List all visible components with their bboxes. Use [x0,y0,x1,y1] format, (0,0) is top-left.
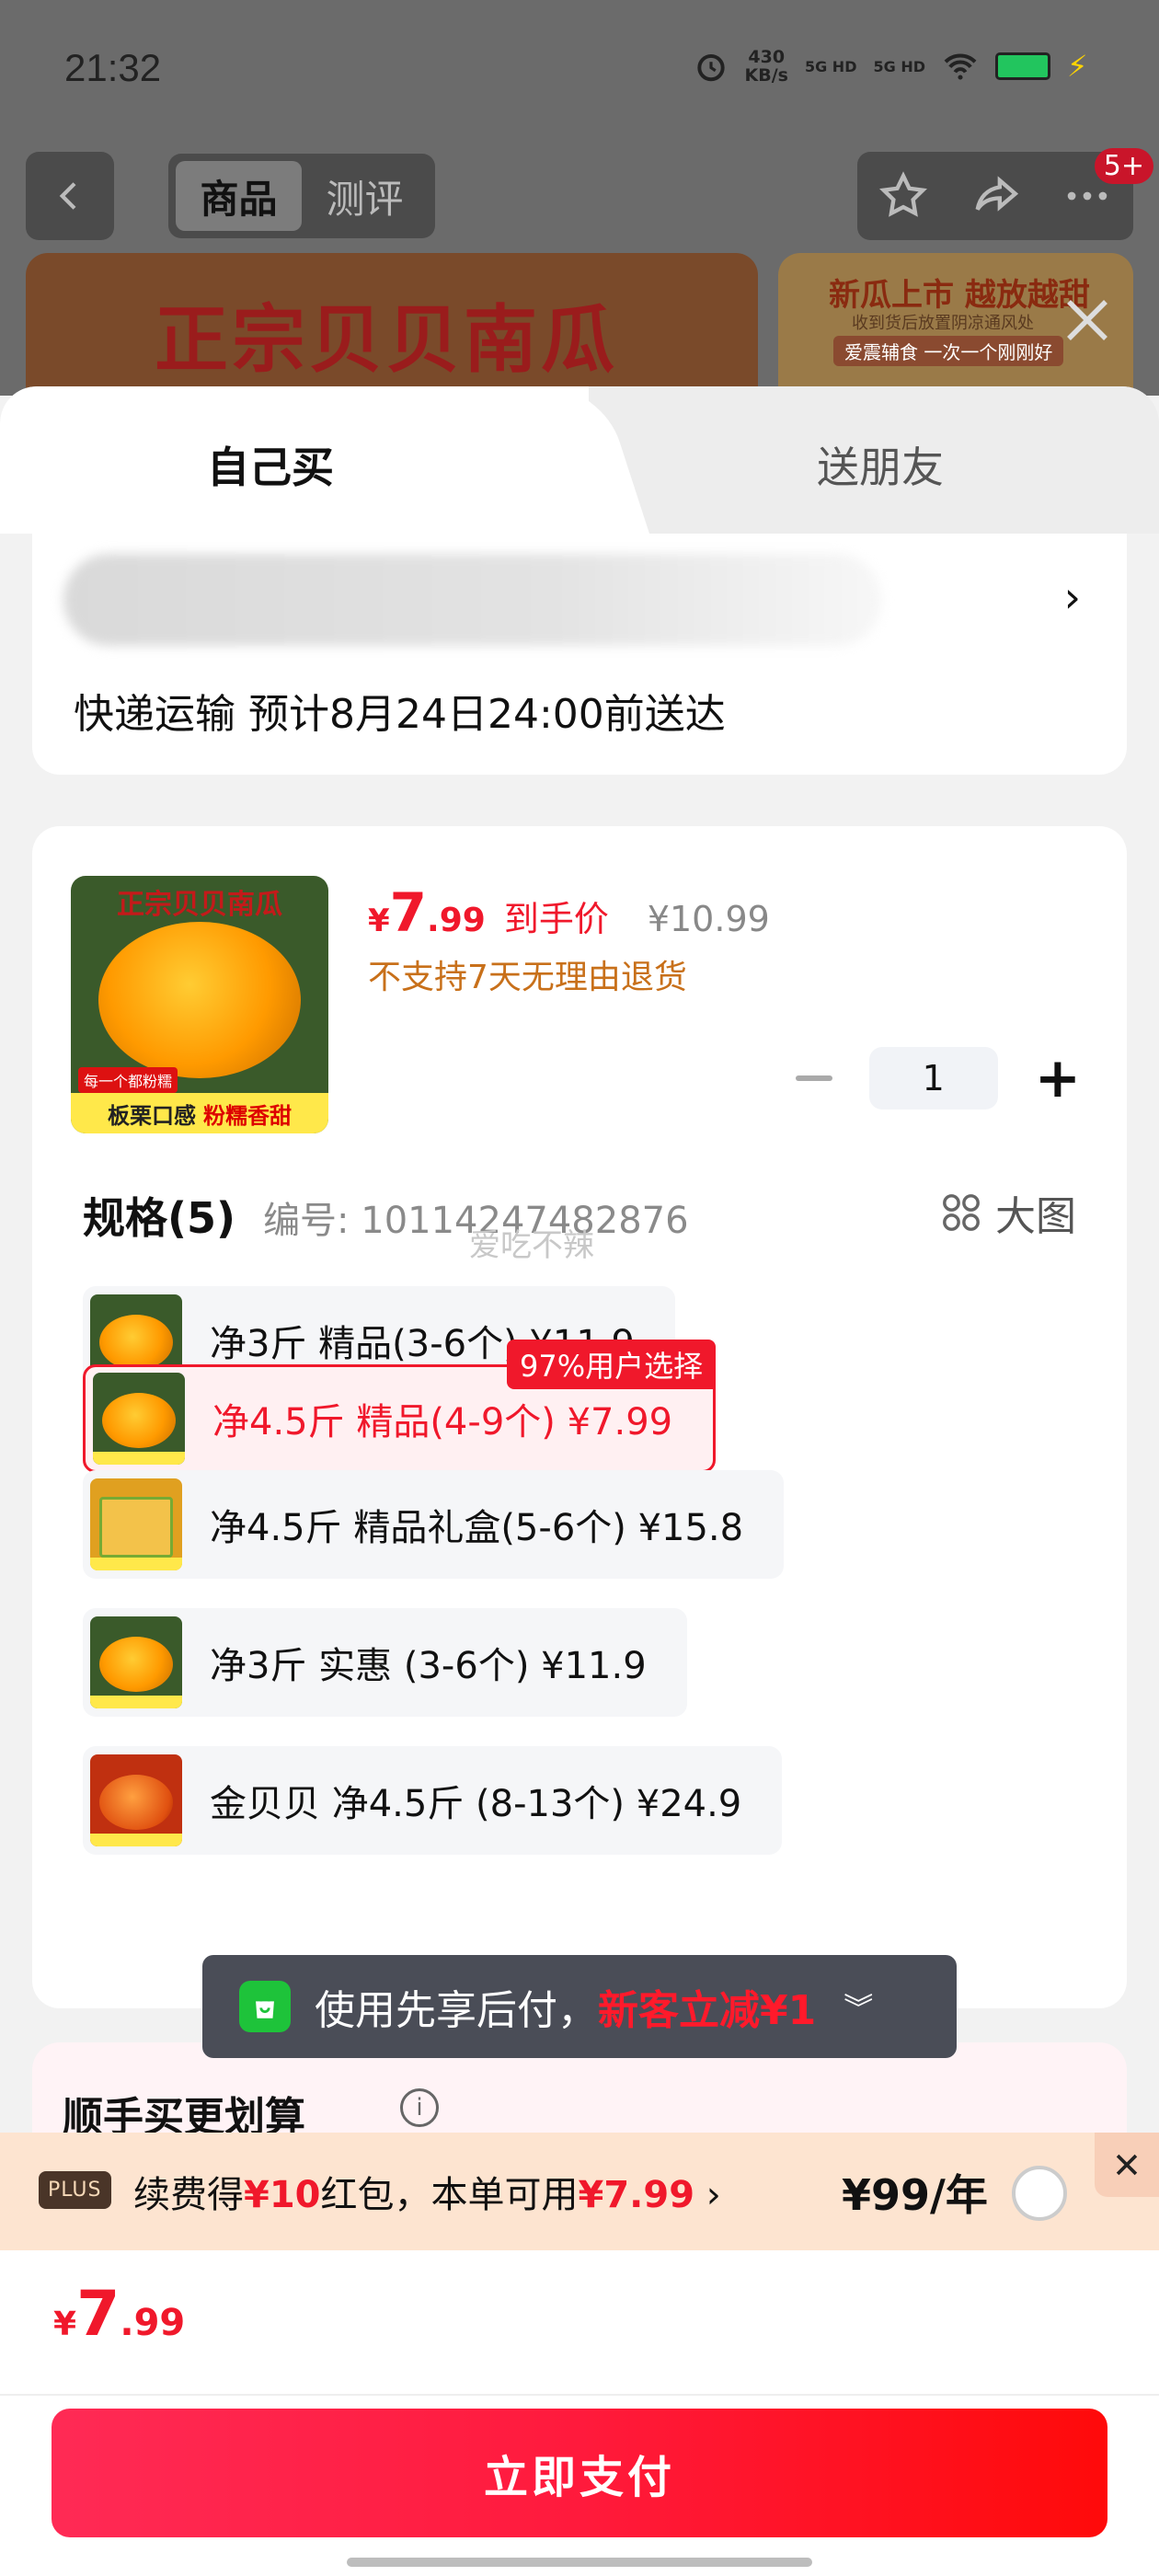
plus-renew-text: 续费得¥10红包，本单可用¥7.99 › [133,2174,721,2216]
divider [0,2394,1159,2396]
plus-tag: PLUS [39,2171,111,2209]
signal-icon: 5G HD [804,57,857,75]
home-indicator[interactable] [347,2558,812,2567]
status-icons: 430 KB/s 5G HD 5G HD ⚡ [694,48,1096,85]
product-navbar: 商品 测评 5+ [26,148,1153,240]
info-icon[interactable]: i [400,2088,439,2127]
address-card[interactable]: › 快递运输 预计8月24日24:00前送达 [32,534,1127,775]
popular-choice-badge: 97%用户选择 [506,1340,717,1389]
pay-now-button[interactable]: 立即支付 [52,2409,1107,2537]
delivery-estimate: 快递运输 预计8月24日24:00前送达 [74,691,726,738]
price-line: ¥7.99 到手价 ¥10.99 [368,881,770,944]
return-policy: 不支持7天无理由退货 [368,959,687,996]
banner-title: 正宗贝贝南瓜 [155,296,618,383]
product-card: 正宗贝贝南瓜 每一个都粉糯 板栗口感 粉糯香甜 ¥7.99 到手价 ¥10.99… [32,826,1127,2008]
grid-icon [943,1194,980,1231]
close-icon[interactable] [1095,2133,1159,2197]
spec-option-selected[interactable]: 净4.5斤 精品(4-9个) ¥7.99 97%用户选择 [83,1340,717,1473]
tab-review[interactable]: 测评 [302,161,428,231]
original-price: ¥10.99 [647,899,770,939]
plus-price: ¥99/年 [842,2170,988,2220]
back-button[interactable] [26,152,114,240]
shopping-bag-icon [239,1981,291,2032]
thumbnail-tag: 每一个都粉糯 [78,1067,178,1093]
option-thumbnail [93,1373,185,1465]
star-icon[interactable] [877,169,930,223]
big-picture-button[interactable]: 大图 [940,1183,1076,1242]
tab-gift-friend-label: 送朋友 [817,443,944,492]
plus-radio[interactable] [1012,2166,1067,2221]
quantity-value[interactable]: 1 [868,1047,998,1110]
quantity-stepper: 1 + [795,1047,1081,1110]
option-thumbnail [90,1478,182,1570]
quantity-decrease-button[interactable] [795,1075,832,1081]
option-label: 净3斤 实惠 (3-6个) ¥11.9 [210,1645,647,1687]
alarm-icon [696,53,725,82]
checkout-footer: ¥7.99 立即支付 [0,2250,1159,2576]
watermark: 爱吃不辣 [469,1227,594,1264]
status-time: 21:32 [64,46,162,89]
spec-title: 规格(5) [83,1193,236,1243]
thumbnail-title: 正宗贝贝南瓜 [117,889,282,921]
pumpkin-image [98,922,301,1078]
new-customer-promo: 新客立减¥1 [598,1987,817,2034]
pay-later-tooltip[interactable]: 使用先享后付，新客立减¥1 ︾ [202,1955,957,2058]
option-label: 金贝贝 净4.5斤 (8-13个) ¥24.9 [210,1783,742,1825]
share-icon[interactable] [969,169,1022,223]
message-badge: 5+ [1094,148,1153,184]
thumbnail-bottom: 板栗口感 粉糯香甜 [71,1093,328,1133]
option-label: 净4.5斤 精品礼盒(5-6个) ¥15.8 [210,1507,744,1549]
spec-option[interactable]: 净3斤 实惠 (3-6个) ¥11.9 [83,1608,687,1717]
purchase-mode-tabs: 自己买 送朋友 [0,386,1159,534]
nav-actions: 5+ [857,148,1153,240]
chevron-right-icon: › [1063,572,1081,622]
background-page: 21:32 430 KB/s 5G HD 5G HD ⚡ 商品 测评 5+ 正宗贝… [0,0,1159,396]
big-picture-label: 大图 [995,1193,1076,1240]
spec-option[interactable]: 净4.5斤 精品礼盒(5-6个) ¥15.8 [83,1470,785,1579]
signal-icon-2: 5G HD [873,57,925,75]
product-review-switch: 商品 测评 [168,154,435,238]
charging-icon: ⚡ [1067,49,1088,84]
spec-option[interactable]: 金贝贝 净4.5斤 (8-13个) ¥24.9 [83,1746,783,1855]
banner2-subline: 收到货后放置阴凉通风处 [852,314,1034,333]
product-banner: 正宗贝贝南瓜 [26,253,758,396]
plus-membership-bar[interactable]: PLUS 续费得¥10红包，本单可用¥7.99 › ¥99/年 [0,2133,1159,2250]
tab-buy-self-label: 自己买 [207,443,334,492]
pay-later-text: 使用先享后付，新客立减¥1 [315,1987,817,2034]
spec-header: 规格(5) 编号: 10114247482876 [83,1185,689,1246]
net-speed: 430 KB/s [744,47,788,86]
battery-icon [995,52,1050,80]
banner2-tag: 爱震辅食 一次一个刚刚好 [833,336,1064,366]
status-bar: 21:32 430 KB/s 5G HD 5G HD ⚡ [0,0,1159,138]
final-price: ¥7.99 [368,881,486,944]
address-redacted [63,554,882,646]
banner2-headline: 新瓜上市 越放越甜 [829,277,1090,314]
double-chevron-down-icon: ︾ [843,1991,874,2026]
quantity-increase-button[interactable]: + [1035,1051,1081,1106]
option-thumbnail [90,1754,182,1846]
close-icon[interactable] [1060,293,1115,348]
product-thumbnail[interactable]: 正宗贝贝南瓜 每一个都粉糯 板栗口感 粉糯香甜 [71,876,328,1133]
chevron-left-icon [59,182,76,210]
option-thumbnail [90,1616,182,1708]
tab-product[interactable]: 商品 [176,161,302,231]
final-price-label: 到手价 [503,899,609,939]
total-price: ¥7.99 [53,2278,186,2351]
option-label: 净4.5斤 精品(4-9个) ¥7.99 [212,1401,673,1443]
wifi-icon [944,53,977,80]
